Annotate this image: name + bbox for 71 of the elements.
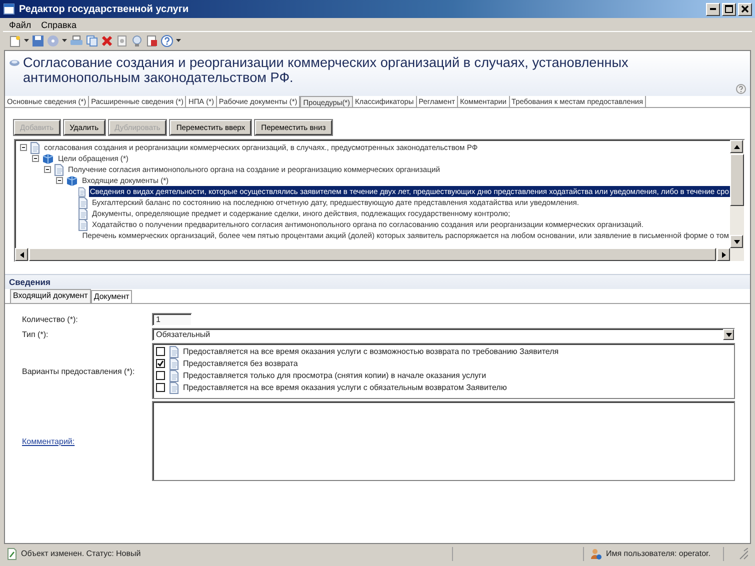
field-label: Варианты предоставления (*): (22, 366, 135, 376)
comment-link[interactable]: Комментарий: (22, 436, 75, 446)
menu-item[interactable]: Файл (5, 20, 36, 30)
maximize-icon (725, 5, 733, 13)
tab[interactable]: Входящий документ (10, 289, 91, 303)
page-title: Согласование создания и реорганизации коммерческих организаций в случаях, установленных антимонопольным законодательством РФ. (23, 55, 630, 85)
collapse-icon[interactable] (20, 144, 27, 151)
tab[interactable]: Документ (90, 290, 132, 303)
user-icon (590, 548, 602, 560)
document-icon (54, 164, 64, 176)
option-label: Предоставляется на все время оказания услуги с возможностью возврата по требованию Заявителя (183, 347, 559, 356)
document-icon (169, 358, 179, 370)
document-icon (169, 382, 179, 394)
checkbox[interactable] (156, 383, 165, 392)
copy-icon[interactable] (86, 35, 98, 47)
minimize-button[interactable] (706, 2, 720, 16)
scrollbar-thumb[interactable] (730, 154, 744, 206)
maximize-button[interactable] (722, 2, 736, 16)
checkbox[interactable] (156, 359, 165, 368)
option-label: Предоставляется только для просмотра (снятия копии) в начале оказания услуги (183, 371, 486, 380)
close-icon (741, 5, 749, 13)
down-arrow-icon (734, 240, 740, 244)
user-name: Имя пользователя: operator. (606, 549, 710, 558)
dropdown-arrow-icon (726, 332, 732, 336)
left-arrow-icon (20, 252, 24, 258)
app-icon (3, 3, 15, 15)
collapse-icon[interactable] (32, 155, 39, 162)
checkbox[interactable] (156, 347, 165, 356)
scroll-right-button[interactable] (717, 248, 730, 261)
dropdown-arrow-icon[interactable] (176, 39, 181, 43)
scroll-left-button[interactable] (15, 248, 28, 261)
report-icon[interactable] (146, 35, 158, 47)
scrollbar-thumb[interactable] (29, 248, 716, 261)
status-message: Объект изменен. Статус: Новый (21, 549, 141, 558)
quantity-field[interactable]: 1 (152, 313, 192, 326)
save-icon[interactable] (32, 35, 44, 47)
help-icon[interactable] (161, 35, 173, 47)
document-icon (169, 346, 179, 358)
checkbox[interactable] (156, 371, 165, 380)
field-label: Количество (*): (22, 315, 78, 324)
dropdown-arrow-icon[interactable] (62, 39, 67, 43)
dropdown-arrow-icon[interactable] (24, 39, 29, 43)
collapse-icon[interactable] (56, 177, 63, 184)
close-button[interactable] (738, 2, 752, 16)
menu-item[interactable]: Справка (37, 20, 80, 30)
right-arrow-icon (722, 252, 726, 258)
document-icon (78, 208, 88, 220)
up-arrow-icon (734, 144, 740, 148)
scroll-up-button[interactable] (730, 140, 743, 153)
help-icon[interactable] (736, 84, 746, 94)
field-label: Тип (*): (22, 330, 48, 339)
document-icon (78, 196, 88, 208)
document-icon (78, 218, 88, 230)
edit-document-icon (7, 548, 17, 560)
option-label: Предоставляется на все время оказания услуги с обязательным возвратом Заявителю (183, 383, 507, 392)
window-title: Редактор государственной услуги (19, 4, 190, 14)
type-dropdown[interactable]: Обязательный (152, 328, 735, 341)
scroll-down-button[interactable] (730, 235, 743, 248)
comment-field[interactable] (152, 401, 735, 481)
printer-icon[interactable] (70, 35, 83, 47)
collapse-icon[interactable] (44, 166, 51, 173)
checkmark-icon (157, 360, 164, 367)
document-icon[interactable] (116, 35, 128, 47)
bulb-icon[interactable] (131, 35, 143, 47)
option-label: Предоставляется без возврата (183, 359, 298, 368)
delete-icon[interactable] (101, 35, 113, 47)
document-icon (30, 142, 40, 154)
minimize-icon (710, 8, 716, 10)
document-icon (169, 370, 179, 382)
section-header: Сведения (5, 274, 750, 289)
service-icon (9, 59, 20, 67)
